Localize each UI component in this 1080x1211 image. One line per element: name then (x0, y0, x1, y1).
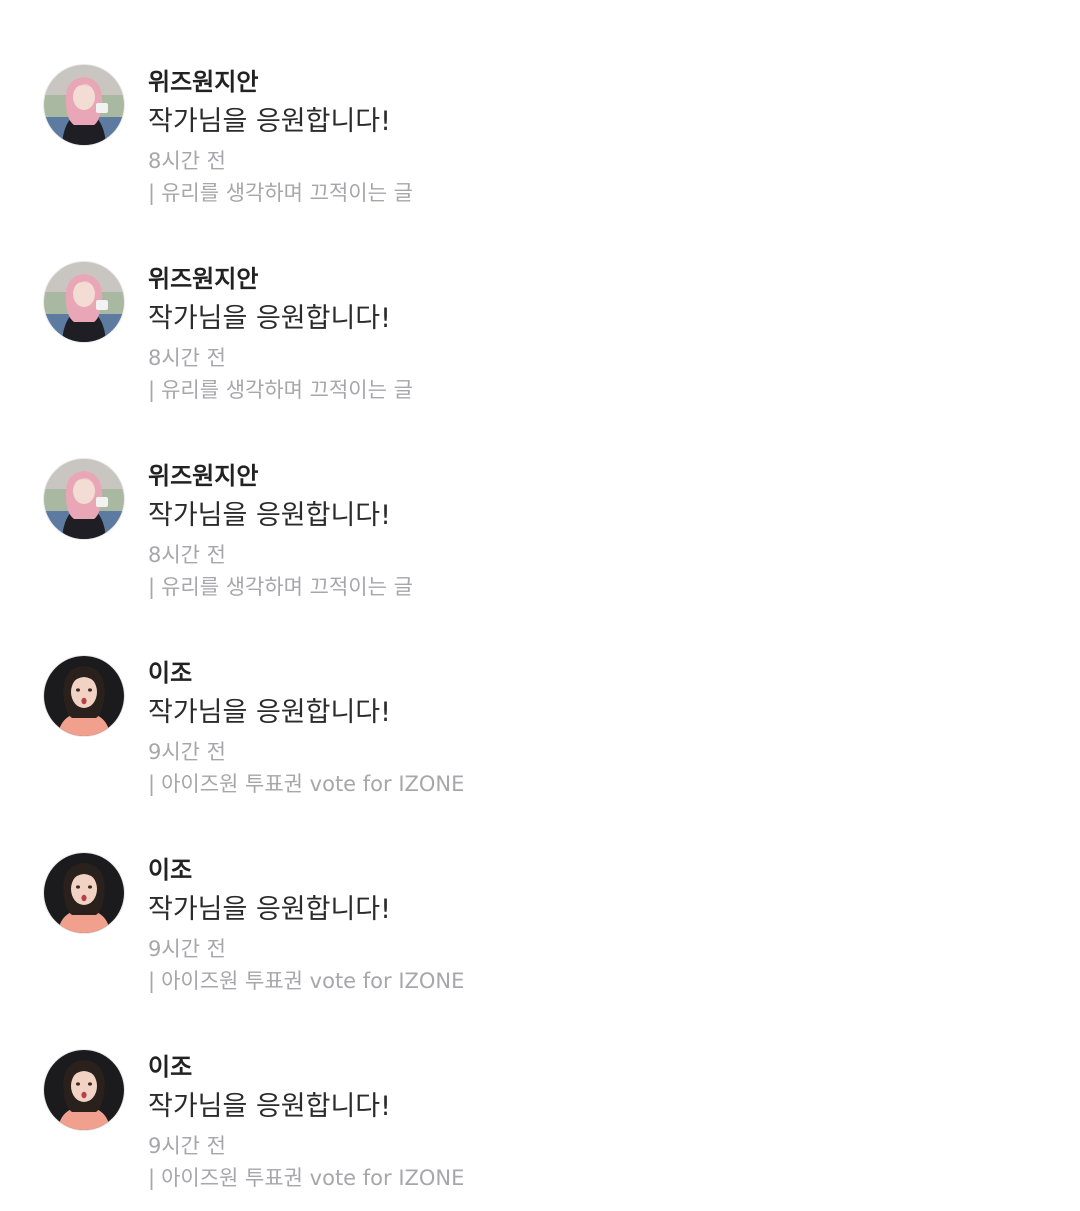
comment-item[interactable]: 이조 작가님을 응원합니다! 9시간 전 | 아이즈원 투표권 vote for … (0, 591, 1080, 796)
avatar[interactable] (44, 1050, 124, 1130)
comment-item[interactable]: 위즈원지안 작가님을 응원합니다! 8시간 전 | 유리를 생각하며 끄적이는 글 (0, 0, 1080, 205)
profile-photo-dark-hair-icon (44, 853, 124, 933)
comment-item[interactable]: 위즈원지안 작가님을 응원합니다! 8시간 전 | 유리를 생각하며 끄적이는 글 (0, 197, 1080, 402)
comment-text: 작가님을 응원합니다! (148, 1091, 391, 1122)
comment-author[interactable]: 이조 (148, 657, 192, 689)
comment-author[interactable]: 위즈원지안 (148, 66, 258, 98)
comment-source-link[interactable]: | 아이즈원 투표권 vote for IZONE (148, 1163, 464, 1193)
profile-photo-dark-hair-icon (44, 656, 124, 736)
comment-author[interactable]: 위즈원지안 (148, 460, 258, 492)
avatar[interactable] (44, 656, 124, 736)
profile-photo-pink-hair-icon (44, 65, 124, 145)
avatar[interactable] (44, 65, 124, 145)
avatar[interactable] (44, 262, 124, 342)
comment-item[interactable]: 이조 작가님을 응원합니다! 9시간 전 | 아이즈원 투표권 vote for … (0, 985, 1080, 1190)
separator: | (148, 1166, 156, 1190)
avatar[interactable] (44, 459, 124, 539)
profile-photo-pink-hair-icon (44, 262, 124, 342)
comment-text: 작가님을 응원합니다! (148, 106, 391, 137)
avatar[interactable] (44, 853, 124, 933)
comment-time: 8시간 전 (148, 149, 226, 173)
comment-text: 작가님을 응원합니다! (148, 303, 391, 334)
comment-text: 작가님을 응원합니다! (148, 500, 391, 531)
comment-item[interactable]: 위즈원지안 작가님을 응원합니다! 8시간 전 | 유리를 생각하며 끄적이는 글 (0, 394, 1080, 599)
comment-item[interactable]: 이조 작가님을 응원합니다! 9시간 전 | 아이즈원 투표권 vote for … (0, 788, 1080, 993)
comment-time: 9시간 전 (148, 1134, 226, 1158)
comment-author[interactable]: 이조 (148, 854, 192, 886)
comment-time: 8시간 전 (148, 346, 226, 370)
profile-photo-pink-hair-icon (44, 459, 124, 539)
comment-list: 위즈원지안 작가님을 응원합니다! 8시간 전 | 유리를 생각하며 끄적이는 글… (0, 0, 1080, 1211)
comment-author[interactable]: 이조 (148, 1051, 192, 1083)
profile-photo-dark-hair-icon (44, 1050, 124, 1130)
comment-text: 작가님을 응원합니다! (148, 697, 391, 728)
comment-time: 8시간 전 (148, 543, 226, 567)
comment-text: 작가님을 응원합니다! (148, 894, 391, 925)
comment-time: 9시간 전 (148, 937, 226, 961)
comment-time: 9시간 전 (148, 740, 226, 764)
comment-author[interactable]: 위즈원지안 (148, 263, 258, 295)
comment-source-title[interactable]: 아이즈원 투표권 vote for IZONE (161, 1166, 464, 1190)
